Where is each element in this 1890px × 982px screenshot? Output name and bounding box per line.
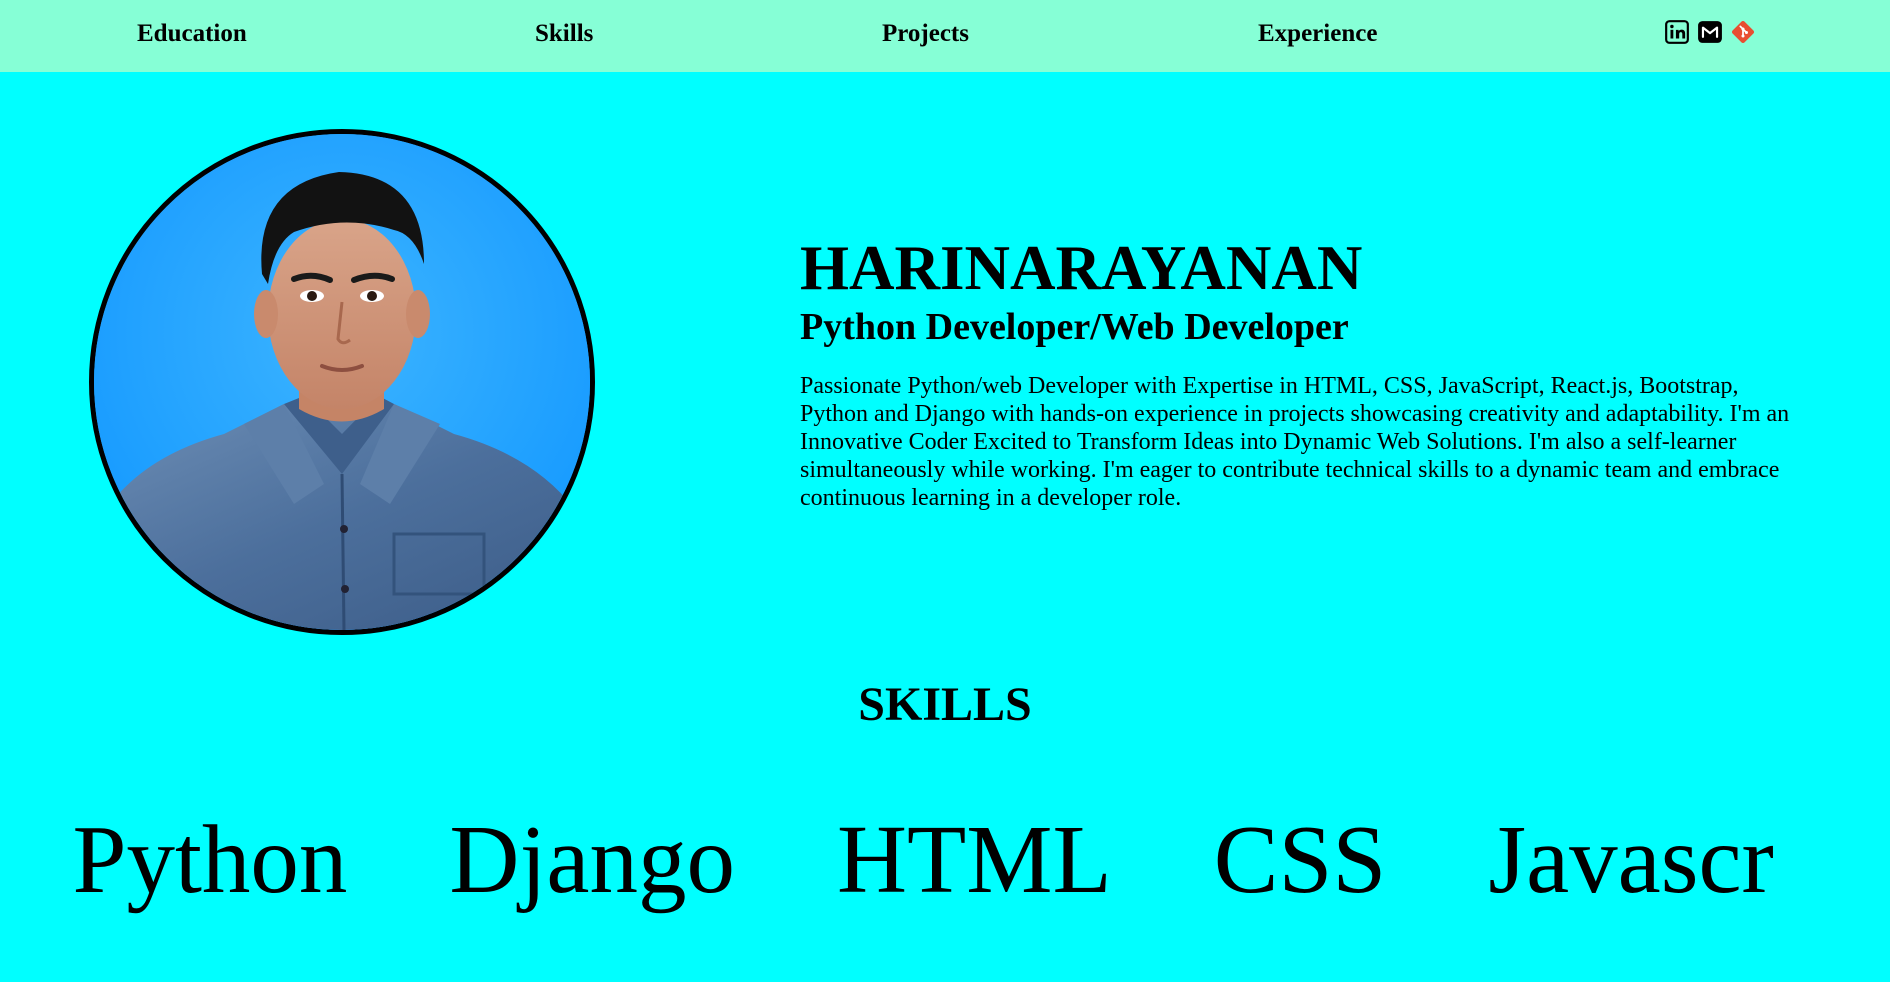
skill-item: Django [449, 806, 735, 913]
skill-item: HTML [836, 806, 1112, 913]
skill-item: Python [72, 806, 348, 913]
skills-marquee-track: Js Python Django HTML CSS Javascr [0, 800, 1774, 920]
linkedin-icon[interactable] [1664, 19, 1690, 45]
profile-photo [89, 129, 595, 635]
nav-link-projects[interactable]: Projects [882, 19, 969, 49]
top-navbar: Education Skills Projects Experience [0, 0, 1890, 72]
nav-link-education[interactable]: Education [137, 19, 247, 49]
hero-name: HARINARAYANAN [800, 233, 1363, 303]
skill-item: CSS [1213, 806, 1387, 913]
mail-icon[interactable] [1697, 19, 1723, 45]
skills-heading: SKILLS [858, 678, 1032, 731]
hero-bio: Passionate Python/web Developer with Exp… [800, 373, 1790, 511]
nav-link-experience[interactable]: Experience [1258, 19, 1377, 49]
nav-link-skills[interactable]: Skills [535, 19, 593, 49]
git-icon[interactable] [1730, 19, 1756, 45]
skills-marquee: Js Python Django HTML CSS Javascr [0, 800, 1890, 930]
hero-role: Python Developer/Web Developer [800, 306, 1349, 348]
social-links [1664, 19, 1756, 45]
profile-photo-illustration [94, 134, 590, 630]
skill-item: Javascr [1488, 806, 1774, 913]
